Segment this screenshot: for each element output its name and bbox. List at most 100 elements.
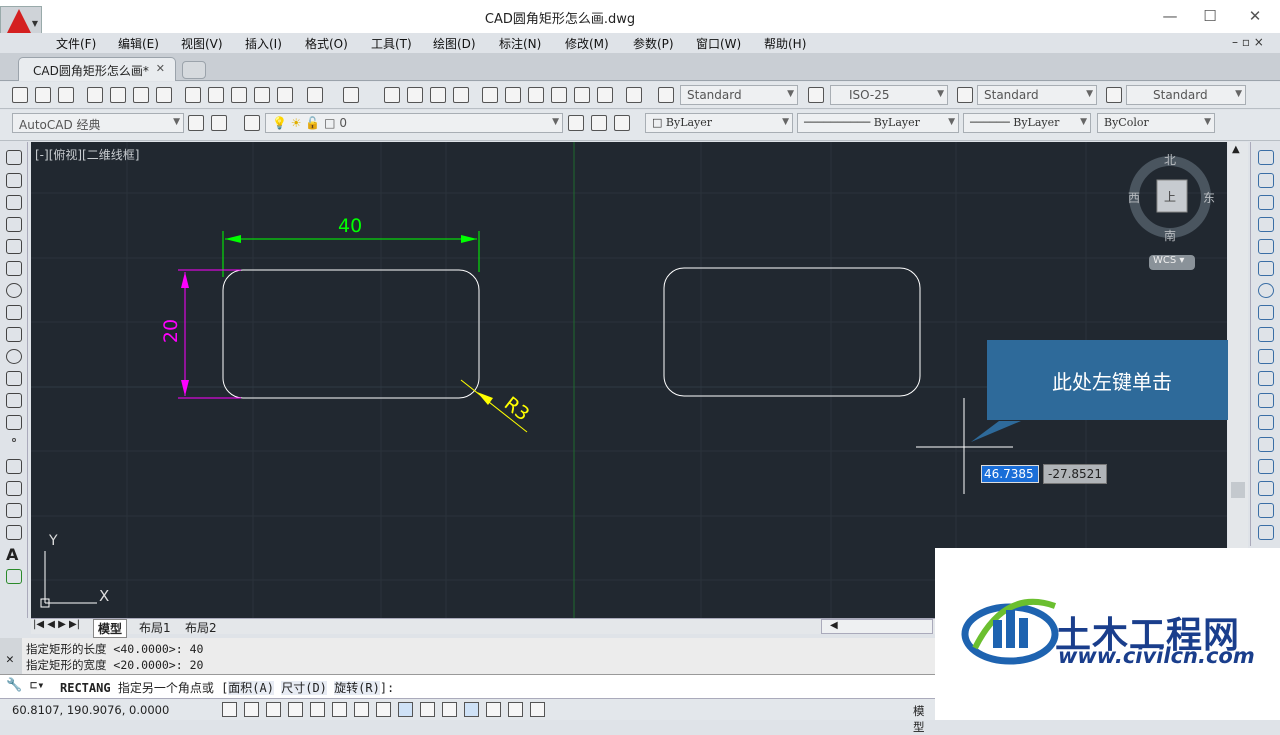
array-icon[interactable] xyxy=(1258,239,1274,254)
command-line[interactable]: 🔧 ⊏▾ RECTANG 指定另一个角点或 [面积(A) 尺寸(D) 旋转(R)… xyxy=(0,674,935,698)
maximize-button[interactable]: ☐ xyxy=(1195,6,1225,26)
dynamic-input-x[interactable]: 46.7385 xyxy=(981,465,1039,483)
trim-icon[interactable] xyxy=(1258,349,1274,364)
command-window-handle[interactable]: ✕ xyxy=(0,638,22,674)
viewcube-north[interactable]: 北 xyxy=(1164,151,1176,168)
help-icon[interactable] xyxy=(626,87,642,103)
tool-palettes-icon[interactable] xyxy=(528,87,544,103)
otrack-icon[interactable] xyxy=(376,702,391,717)
insert-block-icon[interactable] xyxy=(6,393,22,408)
explode-icon[interactable] xyxy=(1258,525,1274,540)
point-icon[interactable] xyxy=(12,438,16,442)
chamfer-icon[interactable] xyxy=(1258,459,1274,474)
3d-osnap-icon[interactable] xyxy=(354,702,369,717)
horizontal-scrollbar[interactable]: ◀ xyxy=(821,619,933,634)
text-style-icon[interactable] xyxy=(658,87,674,103)
join-icon[interactable] xyxy=(1258,437,1274,452)
viewcube-east[interactable]: 东 xyxy=(1203,189,1215,206)
paste-icon[interactable] xyxy=(231,87,247,103)
break-icon[interactable] xyxy=(1258,415,1274,430)
copy-object-icon[interactable] xyxy=(1258,173,1274,188)
open-file-icon[interactable] xyxy=(35,87,51,103)
recent-commands-icon[interactable]: ⊏▾ xyxy=(30,678,44,692)
copy-icon[interactable] xyxy=(208,87,224,103)
workspace-select[interactable]: AutoCAD 经典 ▼ xyxy=(12,113,184,133)
menu-format[interactable]: 格式(O) xyxy=(305,35,348,52)
design-center-icon[interactable] xyxy=(505,87,521,103)
revision-cloud-icon[interactable] xyxy=(6,305,22,320)
move-icon[interactable] xyxy=(1258,261,1274,276)
scale-icon[interactable] xyxy=(1258,305,1274,320)
layer-state-icon[interactable] xyxy=(614,115,630,131)
menu-draw[interactable]: 绘图(D) xyxy=(433,35,476,52)
ducs-icon[interactable] xyxy=(398,702,413,717)
mleader-style-icon[interactable] xyxy=(1106,87,1122,103)
save-icon[interactable] xyxy=(58,87,74,103)
workspace-settings-icon[interactable] xyxy=(188,115,204,131)
construction-line-icon[interactable] xyxy=(6,173,22,188)
grid-icon[interactable] xyxy=(266,702,281,717)
table-style-icon[interactable] xyxy=(957,87,973,103)
arc-icon[interactable] xyxy=(6,261,22,276)
minimize-button[interactable]: — xyxy=(1155,6,1185,26)
wrench-icon[interactable]: 🔧 xyxy=(6,678,22,693)
undo-icon[interactable] xyxy=(307,87,323,103)
make-current-layer-icon[interactable] xyxy=(568,115,584,131)
new-tab-button[interactable] xyxy=(182,61,206,79)
layer-select[interactable]: 💡 ☀ 🔓 □ 0 ▼ xyxy=(265,113,563,133)
rotate-icon[interactable] xyxy=(1258,283,1274,298)
close-button[interactable]: ✕ xyxy=(1240,6,1270,26)
doc-window-controls[interactable]: – ▫ × xyxy=(1232,35,1264,49)
plotstyle-select[interactable]: ByColor ▼ xyxy=(1097,113,1215,133)
model-space-toggle[interactable]: 模型 xyxy=(913,703,935,735)
option-area[interactable]: 面积(A) xyxy=(228,681,274,695)
menu-insert[interactable]: 插入(I) xyxy=(245,35,282,52)
menu-edit[interactable]: 编辑(E) xyxy=(118,35,159,52)
document-tab[interactable]: CAD圆角矩形怎么画* ✕ xyxy=(18,57,176,81)
dyn-icon[interactable] xyxy=(420,702,435,717)
lineweight-icon[interactable] xyxy=(442,702,457,717)
break-at-point-icon[interactable] xyxy=(1258,393,1274,408)
menu-help[interactable]: 帮助(H) xyxy=(764,35,806,52)
viewcube-south[interactable]: 南 xyxy=(1164,227,1176,244)
annotation-monitor-icon[interactable] xyxy=(530,702,545,717)
print-preview-icon[interactable] xyxy=(110,87,126,103)
dim-style-icon[interactable] xyxy=(808,87,824,103)
fillet-icon[interactable] xyxy=(1258,481,1274,496)
region-icon[interactable] xyxy=(6,503,22,518)
viewcube-top[interactable]: 上 xyxy=(1164,188,1176,205)
customize-icon[interactable] xyxy=(211,115,227,131)
pan-icon[interactable] xyxy=(384,87,400,103)
circle-icon[interactable] xyxy=(6,283,22,298)
transparency-icon[interactable] xyxy=(464,702,479,717)
quick-properties-icon[interactable] xyxy=(486,702,501,717)
option-dimensions[interactable]: 尺寸(D) xyxy=(281,681,327,695)
print-icon[interactable] xyxy=(87,87,103,103)
ellipse-arc-icon[interactable] xyxy=(6,371,22,386)
match-properties-icon[interactable] xyxy=(277,87,293,103)
text-style-select[interactable]: Standard ▼ xyxy=(680,85,798,105)
infer-constraints-icon[interactable] xyxy=(222,702,237,717)
polar-icon[interactable] xyxy=(310,702,325,717)
table-style-select[interactable]: Standard ▼ xyxy=(977,85,1097,105)
mirror-icon[interactable] xyxy=(1258,195,1274,210)
ellipse-icon[interactable] xyxy=(6,349,22,364)
layer-previous-icon[interactable] xyxy=(591,115,607,131)
stretch-icon[interactable] xyxy=(1258,327,1274,342)
rectangle-icon[interactable] xyxy=(6,239,22,254)
cut-icon[interactable] xyxy=(185,87,201,103)
tab-layout1[interactable]: 布局1 xyxy=(135,619,175,636)
close-icon[interactable]: ✕ xyxy=(6,652,14,667)
3d-print-icon[interactable] xyxy=(156,87,172,103)
menu-parameters[interactable]: 参数(P) xyxy=(633,35,674,52)
menu-view[interactable]: 视图(V) xyxy=(181,35,223,52)
osnap-icon[interactable] xyxy=(332,702,347,717)
wcs-menu[interactable]: WCS ▾ xyxy=(1149,255,1195,270)
multiline-text-icon[interactable]: A xyxy=(6,545,18,564)
menu-window[interactable]: 窗口(W) xyxy=(696,35,741,52)
dim-style-select[interactable]: ISO-25 ▼ xyxy=(830,85,948,105)
erase-icon[interactable] xyxy=(1258,150,1274,165)
tab-nav-arrows-icon[interactable]: |◀ ◀ ▶ ▶| xyxy=(33,619,80,630)
zoom-previous-icon[interactable] xyxy=(453,87,469,103)
menu-dimension[interactable]: 标注(N) xyxy=(499,35,541,52)
